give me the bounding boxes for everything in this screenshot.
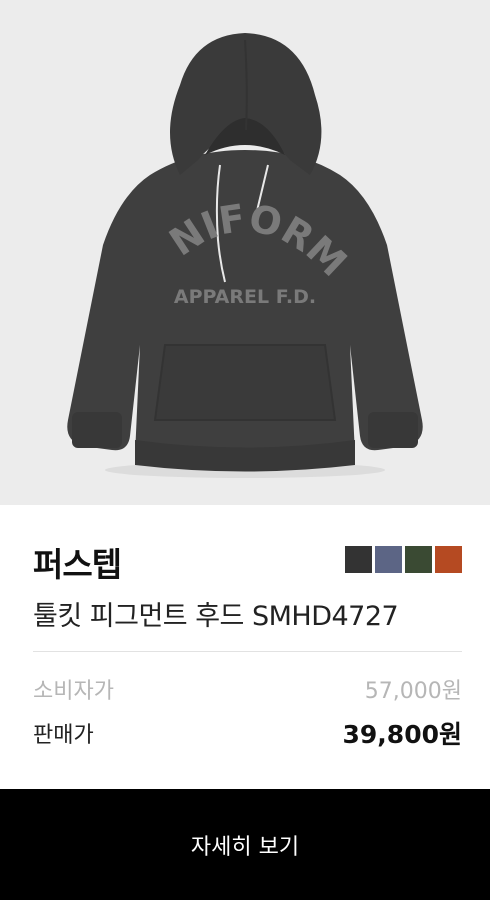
msrp-value: 57,000원 [364, 679, 462, 704]
sale-price-label: 판매가 [33, 723, 94, 748]
swatch-olive[interactable] [405, 546, 432, 573]
product-image[interactable]: UNIFORM APPAREL F.D. [0, 0, 490, 505]
sale-price-value: 39,800원 [342, 720, 462, 749]
graphic-text-bottom: APPAREL F.D. [174, 286, 316, 308]
hoodie-image: UNIFORM APPAREL F.D. [0, 0, 423, 478]
msrp-row: 소비자가 57,000원 [33, 673, 462, 705]
msrp-label: 소비자가 [33, 679, 114, 704]
view-details-button[interactable]: 자세히 보기 [0, 789, 490, 900]
color-swatches [345, 546, 462, 573]
divider [33, 651, 462, 652]
product-name[interactable]: 툴킷 피그먼트 후드 SMHD4727 [33, 594, 399, 633]
swatch-charcoal[interactable] [345, 546, 372, 573]
sale-price-row: 판매가 39,800원 [33, 715, 462, 751]
swatch-slate-blue[interactable] [375, 546, 402, 573]
swatch-rust[interactable] [435, 546, 462, 573]
brand-name: 퍼스텝 [33, 545, 122, 584]
